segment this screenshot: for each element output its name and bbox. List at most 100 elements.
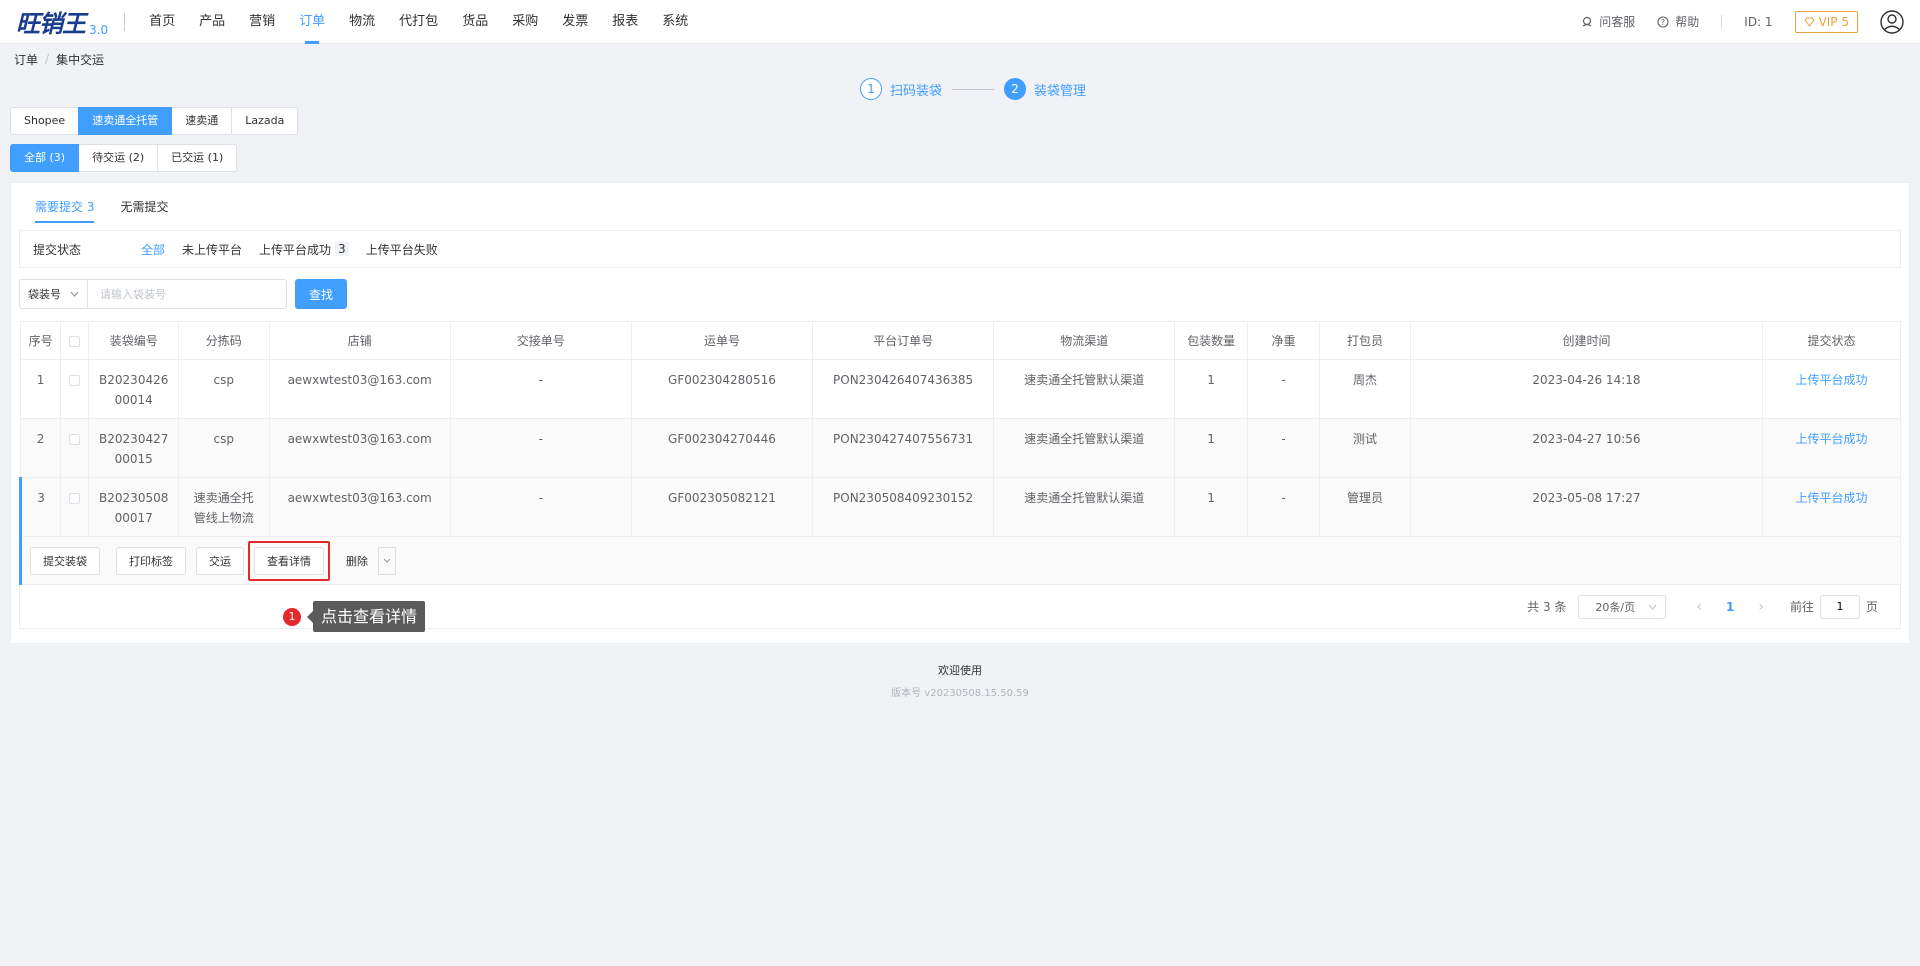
tab-aliexpress[interactable]: 速卖通 [171,107,233,135]
cell-shop: aewxwtest03@163.com [268,359,451,419]
row-checkbox[interactable] [69,493,81,504]
cell-submit-status: 上传平台成功 [1762,359,1901,419]
row-actions: 提交装袋 打印标签 交运 查看详情 删除 [22,540,1900,581]
tab-shopee[interactable]: Shopee [10,107,80,135]
main-nav: 首页 产品 营销 订单 物流 代打包 货品 采购 发票 报表 系统 [137,0,700,44]
step-bag-management[interactable]: 2 装袋管理 [1004,78,1086,100]
delete-button[interactable]: 删除 [336,547,378,575]
footer-welcome: 欢迎使用 [938,664,982,677]
cell-checkbox[interactable] [60,477,90,537]
goto-page-input[interactable] [1819,594,1860,619]
chevron-down-icon [383,558,391,563]
nav-item-0[interactable]: 首页 [137,0,187,44]
nav-item-3[interactable]: 订单 [287,0,337,44]
cell-handover-no: - [449,418,632,478]
col-waybill-no: 运单号 [630,321,814,360]
customer-service-link[interactable]: 问客服 [1581,13,1635,30]
search-button[interactable]: 查找 [295,279,348,309]
col-select-all[interactable] [60,321,90,360]
col-platform-order: 平台订单号 [812,321,995,360]
cell-waybill-no: GF002304270446 [630,418,814,478]
col-submit-status: 提交状态 [1762,321,1901,360]
subtab-need-submit[interactable]: 需要提交 3 [35,198,95,223]
cell-net-weight: - [1246,418,1321,478]
bag-table: 序号 装袋编号 分拣码 店铺 交接单号 运单号 平台订单号 物流渠道 包装数量 … [18,321,1901,585]
filter-all[interactable]: 全部 [141,241,165,258]
page-size-select[interactable]: 20条/页 [1578,594,1667,619]
sort-code-line: csp [213,432,234,446]
search-field-select[interactable]: 袋装号 [19,279,87,309]
status-link[interactable]: 上传平台成功 [1796,373,1868,387]
tab-aliexpress-managed[interactable]: 速卖通全托管 [78,107,173,135]
status-tabs: 全部 (3) 待交运 (2) 已交运 (1) [10,144,1920,172]
cell-checkbox[interactable] [60,418,90,478]
row-checkbox[interactable] [69,434,81,445]
more-actions-dropdown[interactable] [378,546,396,575]
tab-pending[interactable]: 待交运 (2) [78,144,159,172]
svg-text:?: ? [1661,18,1665,27]
nav-item-5[interactable]: 代打包 [387,0,450,44]
table-row[interactable]: 1 B20230426 00014 csp aewxwtest03@163.com… [19,359,1901,419]
subtab-no-submit[interactable]: 无需提交 [120,198,168,223]
vip-badge[interactable]: VIP 5 [1794,10,1858,33]
cell-index: 3 [18,477,62,537]
col-created-time: 创建时间 [1409,321,1764,360]
print-label-button[interactable]: 打印标签 [116,546,186,575]
table-header-row: 序号 装袋编号 分拣码 店铺 交接单号 运单号 平台订单号 物流渠道 包装数量 … [19,321,1901,360]
breadcrumb-root[interactable]: 订单 [14,51,38,68]
tab-all[interactable]: 全部 (3) [10,144,80,172]
row-checkbox[interactable] [69,375,81,386]
cell-checkbox[interactable] [60,359,90,419]
prev-page-icon[interactable]: ‹ [1696,599,1702,615]
nav-item-10[interactable]: 系统 [650,0,700,44]
status-link[interactable]: 上传平台成功 [1796,432,1868,446]
submit-bag-button[interactable]: 提交装袋 [30,546,100,575]
step-label: 装袋管理 [1034,83,1087,99]
status-link[interactable]: 上传平台成功 [1796,491,1868,505]
brand-logo[interactable]: 旺销王 3.0 [16,4,108,39]
filter-upload-success[interactable]: 上传平台成功 3 [259,241,349,258]
logo-text: 旺销王 [16,9,86,38]
table-row[interactable]: 2 B20230427 00015 csp aewxwtest03@163.com… [19,418,1901,478]
col-index: 序号 [19,321,62,360]
tab-shipped[interactable]: 已交运 (1) [157,144,238,172]
help-link[interactable]: ? 帮助 [1657,13,1699,30]
vip-label: VIP 5 [1818,14,1849,29]
steps-indicator: 1 扫码装袋 2 装袋管理 [26,74,1920,104]
chevron-down-icon [70,291,79,297]
page-number[interactable]: 1 [1726,600,1734,614]
main-card: 需要提交 3 无需提交 提交状态 全部 未上传平台 上传平台成功 3 上传平台失败… [10,182,1910,644]
breadcrumb-separator: / [45,52,50,66]
sort-code-line: 速卖通全托 [193,491,254,505]
view-details-button[interactable]: 查看详情 [254,546,324,575]
topbar-divider [1721,14,1723,29]
nav-item-6[interactable]: 货品 [450,0,500,44]
table-row[interactable]: 3 B20230508 00017 速卖通全托 管线上物流 aewxwtest03@… [18,477,1901,537]
nav-item-1[interactable]: 产品 [187,0,237,44]
next-page-icon[interactable]: › [1758,599,1764,615]
select-all-checkbox[interactable] [69,335,81,347]
nav-item-9[interactable]: 报表 [600,0,650,44]
cell-bag-no: B20230427 00015 [88,418,179,478]
tab-lazada[interactable]: Lazada [231,107,299,135]
cell-packer: 管理员 [1319,477,1411,537]
filter-option-label: 未上传平台 [182,242,243,257]
filter-upload-failed[interactable]: 上传平台失败 [366,241,438,258]
footer: 欢迎使用 版本号 v20230508.15.50.59 [0,662,1920,699]
col-net-weight: 净重 [1246,321,1321,360]
nav-item-8[interactable]: 发票 [550,0,600,44]
user-avatar-icon[interactable] [1880,9,1904,34]
bag-number-input[interactable] [87,279,287,309]
nav-item-2[interactable]: 营销 [237,0,287,44]
nav-item-7[interactable]: 采购 [500,0,550,44]
step-connector [952,88,994,90]
cell-sort-code: csp [177,359,270,419]
col-packer: 打包员 [1319,321,1411,360]
filter-not-uploaded[interactable]: 未上传平台 [182,241,242,258]
nav-item-4[interactable]: 物流 [337,0,387,44]
action-cell: 提交装袋 打印标签 交运 查看详情 删除 [19,536,1901,585]
step-scan-bag[interactable]: 1 扫码装袋 [859,78,942,100]
diamond-icon [1803,17,1815,27]
handover-button[interactable]: 交运 [196,546,244,575]
bag-no-line: 00015 [114,452,153,466]
